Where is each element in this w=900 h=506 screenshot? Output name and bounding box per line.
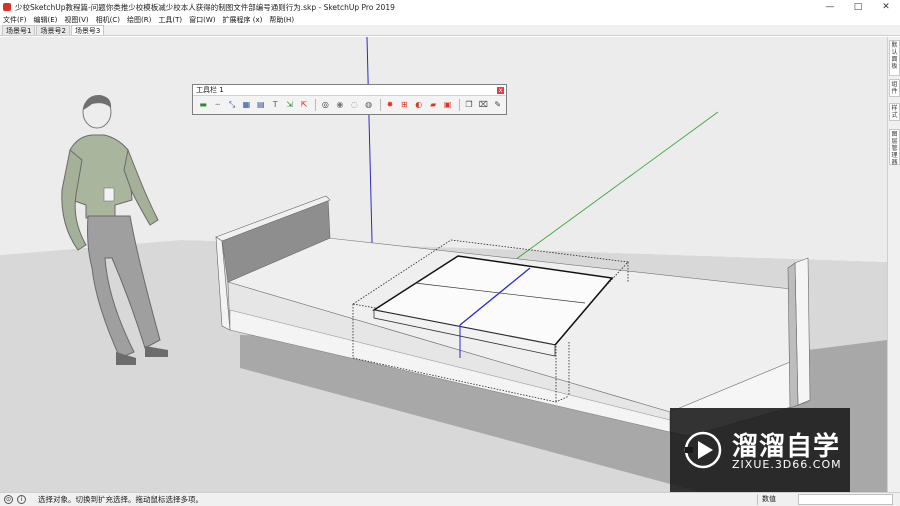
menu-draw[interactable]: 绘图(R): [127, 15, 151, 25]
sky: [0, 37, 887, 262]
maximize-button[interactable]: □: [844, 0, 872, 14]
copy-icon[interactable]: ❐: [463, 99, 475, 112]
watermark-url: ZIXUE.3D66.COM: [732, 458, 842, 471]
tray-tab-default[interactable]: 默认面板: [889, 40, 900, 76]
info-icon[interactable]: i: [17, 495, 26, 504]
scene-tab-active[interactable]: 场景号3: [70, 25, 105, 35]
watermark-overlay: 溜溜自学 ZIXUE.3D66.COM: [670, 408, 850, 492]
window-controls: — □ ✕: [816, 0, 900, 14]
menu-file[interactable]: 文件(F): [3, 15, 27, 25]
default-tray: 默认面板 组件 样式 图层管理器: [887, 37, 900, 492]
section-icon[interactable]: ⊞: [398, 99, 410, 112]
camera-icon[interactable]: ◍: [362, 99, 374, 112]
toolbar-title[interactable]: 工具栏 1: [193, 85, 506, 96]
menu-bar: 文件(F) 编辑(E) 视图(V) 相机(C) 绘图(R) 工具(T) 窗口(W…: [0, 14, 900, 25]
menu-edit[interactable]: 编辑(E): [34, 15, 58, 25]
dimension-y-icon[interactable]: ⇱: [298, 99, 310, 112]
person-badge: [103, 187, 115, 202]
sketchup-logo-icon: [3, 3, 11, 11]
line-style-icon[interactable]: ▬: [197, 99, 209, 112]
watermark-play-icon: [684, 431, 722, 469]
measure-tool-icon[interactable]: ✎: [492, 99, 504, 112]
zoom-window-icon[interactable]: ◌: [348, 99, 360, 112]
toolbar-separator: [458, 99, 460, 111]
sun-icon[interactable]: ✸: [384, 99, 396, 112]
menu-window[interactable]: 窗口(W): [189, 15, 215, 25]
minimize-button[interactable]: —: [816, 0, 844, 14]
scene-tab[interactable]: 场景号1: [2, 25, 36, 35]
status-message: 选择对象。切换到扩充选择。拖动鼠标选择多项。: [38, 495, 203, 504]
tray-tab-components[interactable]: 组件: [889, 79, 900, 97]
menu-help[interactable]: 帮助(H): [269, 15, 294, 25]
paint-icon[interactable]: ◐: [413, 99, 425, 112]
toolbar-separator: [315, 99, 317, 111]
menu-tools[interactable]: 工具(T): [158, 15, 182, 25]
folder-red-icon[interactable]: ▰: [427, 99, 439, 112]
status-bar: ⊙ i 选择对象。切换到扩充选择。拖动鼠标选择多项。 数值: [0, 492, 900, 506]
zoom-icon[interactable]: ◉: [334, 99, 346, 112]
table-icon[interactable]: ▤: [255, 99, 267, 112]
photo-icon[interactable]: ▣: [441, 99, 453, 112]
toolbar-buttons: ▬ ┄ ⤡ ▦ ▤ T ⇲ ⇱ ◎ ◉ ◌ ◍ ✸ ⊞ ◐ ▰ ▣ ❐ ⌧ ✎: [193, 96, 506, 114]
toolbar-separator: [379, 99, 381, 111]
scene-tab[interactable]: 场景号2: [36, 25, 70, 35]
window-title: 少校SketchUp教程篇-问题你类推少校模板减少校本人获得的制图文件部编号通则…: [15, 2, 395, 12]
geolocation-icon[interactable]: ⊙: [4, 495, 13, 504]
measurements-input[interactable]: [798, 494, 893, 505]
resize-icon[interactable]: ⤡: [226, 99, 238, 112]
menu-camera[interactable]: 相机(C): [96, 15, 120, 25]
menu-extensions[interactable]: 扩展程序 (x): [222, 15, 262, 25]
scene-tabs: 场景号1 场景号2 场景号3: [0, 25, 900, 36]
toolbar-close-icon[interactable]: x: [497, 87, 504, 94]
measurements-label: 数值: [757, 494, 797, 505]
title-bar: 少校SketchUp教程篇-问题你类推少校模板减少校本人获得的制图文件部编号通则…: [0, 0, 900, 14]
tray-tab-styles[interactable]: 样式: [889, 103, 900, 121]
grid-icon[interactable]: ▦: [240, 99, 252, 112]
dashes-icon[interactable]: ┄: [211, 99, 223, 112]
close-button[interactable]: ✕: [872, 0, 900, 14]
dimension-x-icon[interactable]: ⇲: [283, 99, 295, 112]
tray-tab-layers[interactable]: 图层管理器: [889, 129, 900, 166]
text-icon[interactable]: T: [269, 99, 281, 112]
orbit-icon[interactable]: ◎: [319, 99, 331, 112]
floating-toolbar[interactable]: 工具栏 1 x ▬ ┄ ⤡ ▦ ▤ T ⇲ ⇱ ◎ ◉ ◌ ◍ ✸ ⊞ ◐ ▰: [192, 84, 507, 115]
open-folder-icon[interactable]: ⌧: [477, 99, 489, 112]
menu-view[interactable]: 视图(V): [64, 15, 88, 25]
sketchup-window: 少校SketchUp教程篇-问题你类推少校模板减少校本人获得的制图文件部编号通则…: [0, 0, 900, 506]
